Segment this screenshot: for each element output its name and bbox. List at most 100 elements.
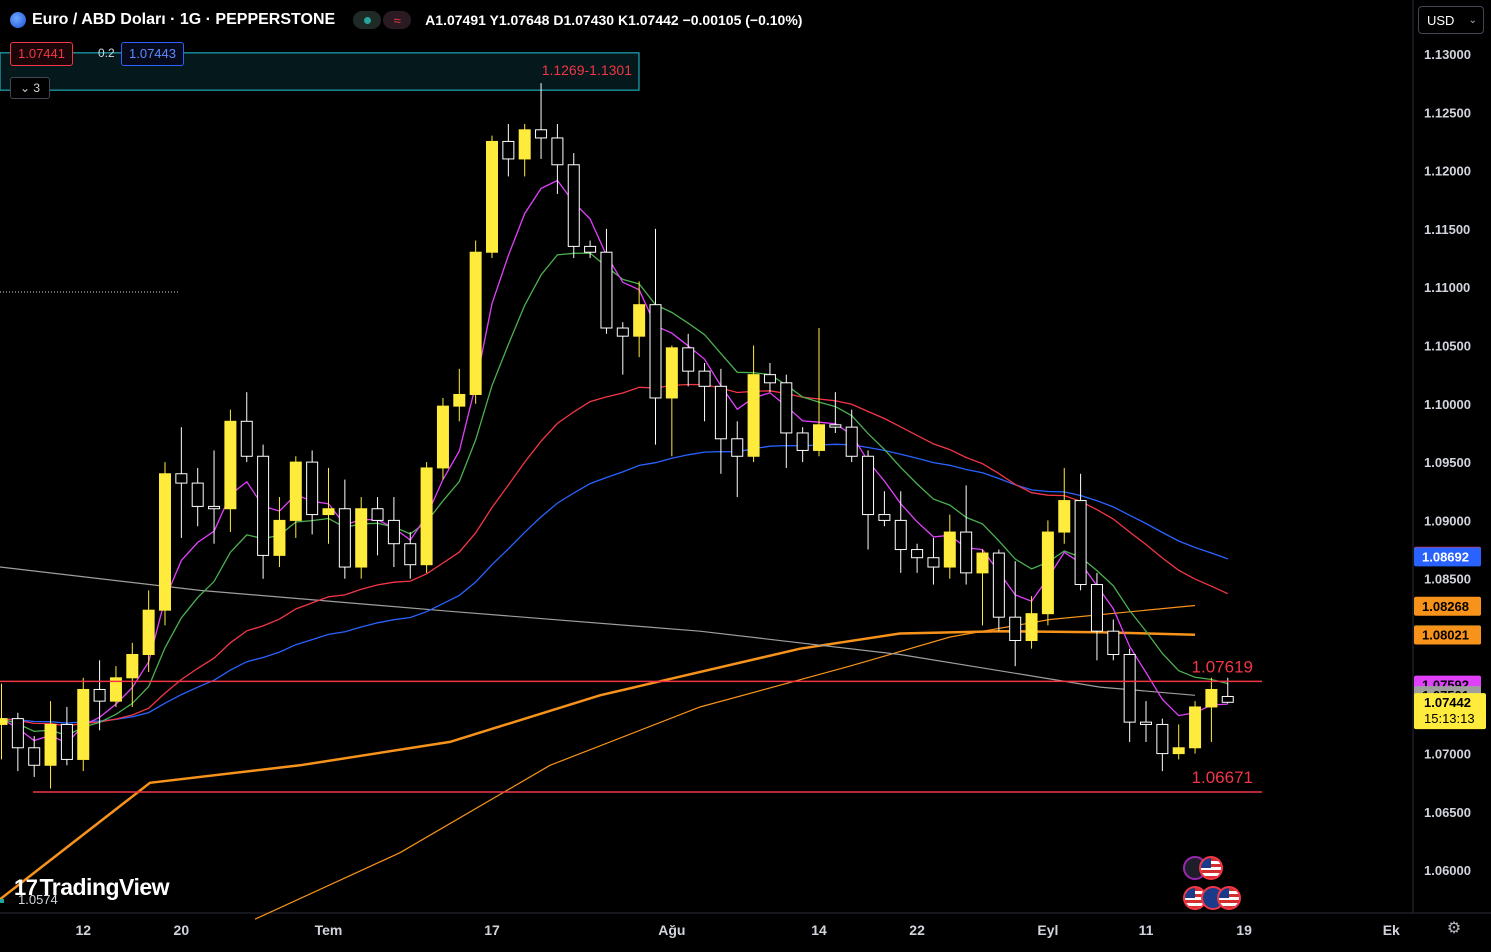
price-axis-tick: 1.08500 (1424, 572, 1471, 587)
candle-body[interactable] (600, 251, 613, 329)
ma-orange-thin-line[interactable] (254, 604, 1196, 920)
candle-body[interactable] (813, 424, 825, 451)
price-axis-tick: 1.06500 (1424, 805, 1471, 820)
candle-body[interactable] (436, 405, 449, 469)
candle-body[interactable] (894, 519, 907, 551)
candle-body[interactable] (306, 461, 319, 516)
candle-body[interactable] (518, 129, 531, 160)
candle-body[interactable] (551, 137, 564, 166)
candle-body[interactable] (1156, 723, 1169, 755)
candle-body[interactable] (273, 519, 286, 556)
candle-body[interactable] (633, 304, 646, 337)
indicator-count: 3 (33, 81, 41, 95)
candle-body[interactable] (1221, 695, 1234, 703)
price-axis-tick: 1.07000 (1424, 747, 1471, 762)
candle-body[interactable] (1205, 688, 1218, 708)
us-flag-event-icon[interactable] (1199, 856, 1223, 880)
candle-body[interactable] (665, 347, 678, 399)
data-delay-status-icon[interactable]: ≈ (383, 11, 412, 29)
candle-body[interactable] (224, 420, 237, 510)
candle-body[interactable] (240, 420, 253, 457)
candle-body[interactable] (731, 438, 744, 457)
candle-body[interactable] (289, 461, 302, 521)
candle-body[interactable] (175, 473, 188, 484)
candle-body[interactable] (616, 327, 629, 337)
gear-icon[interactable]: ⚙ (1444, 919, 1464, 939)
candle-body[interactable] (927, 557, 940, 568)
candle-body[interactable] (1025, 613, 1038, 641)
candle-body[interactable] (44, 723, 57, 766)
candle-body[interactable] (796, 432, 809, 451)
candle-body[interactable] (1107, 630, 1120, 655)
candle-body[interactable] (763, 374, 776, 384)
candle-body[interactable] (77, 688, 90, 760)
symbol-title[interactable]: Euro / ABD Doları · 1G · PEPPERSTONE (32, 11, 335, 29)
us-flag-event-icon[interactable] (1217, 886, 1241, 910)
candle-body[interactable] (159, 473, 171, 611)
candle-body[interactable] (486, 140, 498, 253)
candle-body[interactable] (960, 531, 973, 574)
tradingview-logo[interactable]: 17TradingView (14, 874, 170, 901)
candle-body[interactable] (420, 467, 433, 566)
candle-body[interactable] (0, 718, 8, 725)
candle-body[interactable] (567, 164, 580, 247)
candle-body[interactable] (682, 347, 695, 372)
price-axis-tick: 1.06000 (1424, 863, 1471, 878)
candle-body[interactable] (976, 552, 989, 574)
candle-body[interactable] (535, 129, 548, 139)
candle-body[interactable] (1090, 584, 1103, 632)
candle-body[interactable] (93, 688, 106, 702)
candle-body[interactable] (338, 508, 351, 568)
candle-body[interactable] (28, 747, 41, 766)
ma-magenta-line[interactable] (1, 179, 1228, 745)
candle-body[interactable] (1172, 747, 1185, 755)
time-axis-label: Eyl (1037, 922, 1058, 938)
bar-countdown-label: 15:13:13 (1424, 711, 1475, 726)
candle-body[interactable] (469, 251, 482, 395)
candle-body[interactable] (845, 426, 858, 457)
candle-body[interactable] (714, 385, 727, 440)
symbol-header[interactable]: Euro / ABD Doları · 1G · PEPPERSTONE ≈ A… (10, 8, 802, 32)
time-axis-label: 12 (75, 922, 91, 938)
candle-body[interactable] (943, 531, 956, 568)
candle-body[interactable] (60, 723, 73, 760)
candle-body[interactable] (1074, 500, 1087, 586)
candle-body[interactable] (1058, 500, 1071, 533)
candle-body[interactable] (1009, 616, 1022, 641)
candle-body[interactable] (191, 482, 204, 507)
candle-body[interactable] (371, 508, 384, 521)
market-open-status-icon[interactable] (353, 11, 382, 29)
candle-body[interactable] (1123, 653, 1136, 723)
ohlc-values: A1.07491 Y1.07648 D1.07430 K1.07442 −0.0… (425, 12, 803, 28)
candle-body[interactable] (11, 718, 24, 749)
candle-body[interactable] (208, 505, 221, 510)
candle-body[interactable] (1041, 531, 1054, 615)
candle-body[interactable] (584, 245, 597, 253)
candle-body[interactable] (1189, 706, 1202, 749)
candle-body[interactable] (453, 393, 466, 407)
candle-body[interactable] (142, 609, 155, 655)
sell-button[interactable]: 1.07441 (10, 42, 73, 66)
candle-body[interactable] (502, 140, 515, 160)
indicators-toggle-button[interactable]: ⌄ 3 (10, 77, 50, 99)
candle-body[interactable] (1140, 721, 1152, 725)
candle-body[interactable] (698, 370, 711, 387)
candle-body[interactable] (747, 374, 760, 457)
candle-body[interactable] (878, 514, 891, 521)
ma-orange-thick-line[interactable] (0, 629, 1196, 901)
candle-body[interactable] (322, 508, 335, 516)
candle-body[interactable] (257, 455, 270, 556)
candle-body[interactable] (649, 304, 662, 399)
candle-body[interactable] (911, 549, 924, 559)
candle-body[interactable] (404, 543, 417, 566)
candle-body[interactable] (992, 552, 1005, 618)
candle-body[interactable] (355, 508, 368, 568)
candle-body[interactable] (387, 519, 400, 545)
currency-selector[interactable]: USD ⌄ (1418, 6, 1484, 34)
candle-body[interactable] (126, 653, 139, 679)
candle-body[interactable] (829, 424, 842, 428)
price-chart[interactable]: 1.1269-1.13011.076191.066711.05741.13000… (0, 0, 1491, 952)
buy-button[interactable]: 1.07443 (121, 42, 184, 66)
candle-body[interactable] (862, 455, 875, 516)
candle-body[interactable] (780, 382, 793, 434)
